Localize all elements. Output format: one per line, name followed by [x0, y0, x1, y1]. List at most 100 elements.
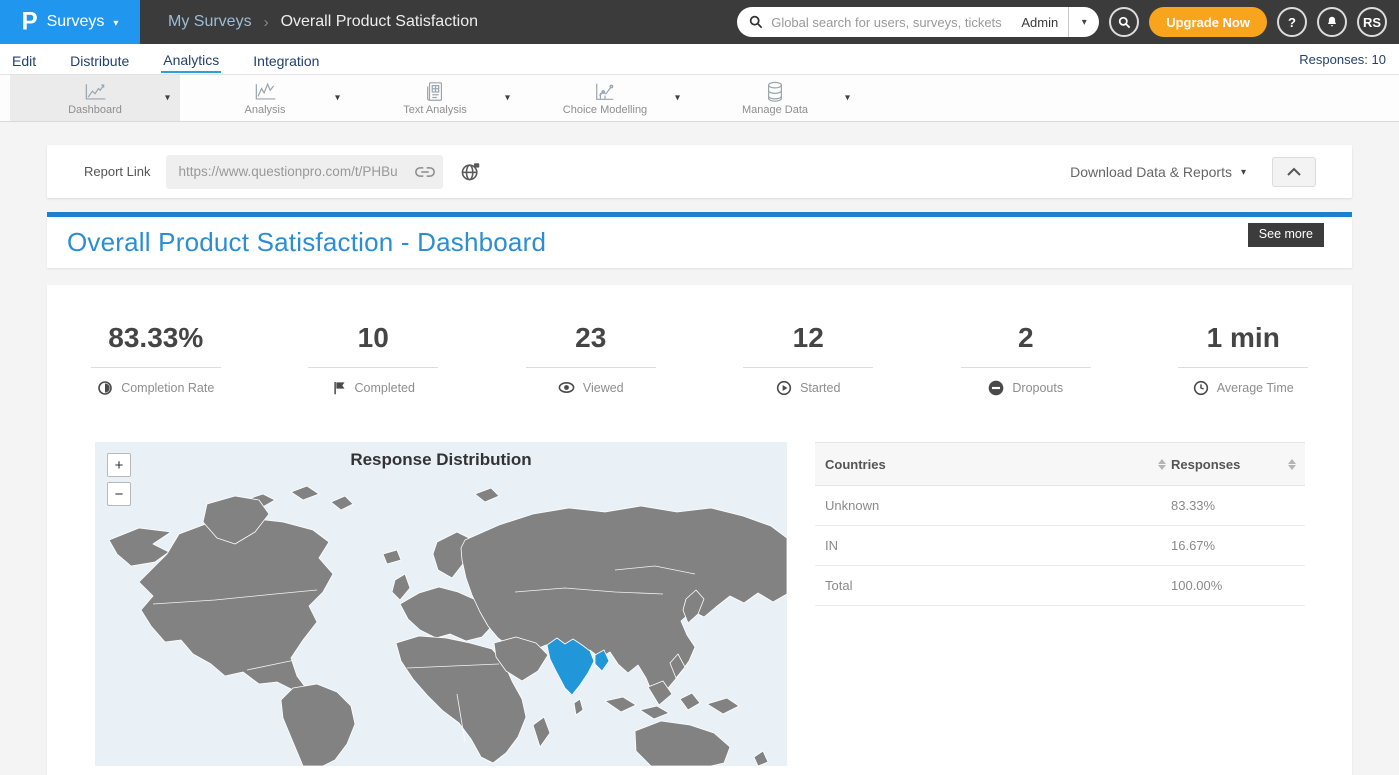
- global-search-input[interactable]: [771, 15, 1011, 30]
- stat-completion-rate: 83.33% Completion Rate: [47, 322, 265, 396]
- response-distribution-map[interactable]: Response Distribution + −: [95, 442, 787, 766]
- topbar-actions: Admin ▾ Upgrade Now ? RS: [737, 7, 1399, 37]
- world-map[interactable]: [95, 442, 787, 766]
- stat-value: 83.33%: [47, 322, 265, 354]
- sort-countries-icon[interactable]: [1153, 459, 1171, 470]
- search-icon: [749, 15, 763, 29]
- link-icon[interactable]: [415, 165, 435, 179]
- toolbar-manage-data[interactable]: Manage Data ▾: [690, 75, 860, 121]
- responses-cell: 100.00%: [1171, 578, 1283, 593]
- stat-label: Average Time: [1217, 381, 1294, 395]
- stat-divider: [1178, 367, 1308, 368]
- toolbar-dashboard-caret[interactable]: ▾: [165, 93, 170, 104]
- stats-row: 83.33% Completion Rate 10: [47, 322, 1352, 396]
- report-link-input[interactable]: [178, 164, 411, 179]
- map-zoom-out-button[interactable]: −: [107, 482, 131, 506]
- responses-cell: 16.67%: [1171, 538, 1283, 553]
- report-link-label: Report Link: [84, 164, 150, 179]
- dashboard-chart-icon: [82, 81, 108, 103]
- toolbar-choice-modelling-caret[interactable]: ▾: [675, 93, 680, 104]
- chevron-up-icon: [1286, 167, 1302, 177]
- stat-value: 10: [265, 322, 483, 354]
- toolbar-analysis-label: Analysis: [245, 104, 286, 116]
- search-button[interactable]: [1109, 7, 1139, 37]
- toolbar-choice-modelling-label: Choice Modelling: [563, 104, 647, 116]
- upgrade-now-button[interactable]: Upgrade Now: [1149, 7, 1267, 37]
- nav-item-integration[interactable]: Integration: [251, 47, 321, 72]
- map-title: Response Distribution: [95, 450, 787, 470]
- choice-modelling-icon: [593, 81, 617, 103]
- dashboard-card: 83.33% Completion Rate 10: [47, 285, 1352, 775]
- chevron-down-icon: ▾: [113, 18, 118, 29]
- table-row: IN 16.67%: [815, 526, 1305, 566]
- minus-circle-icon: [988, 380, 1004, 396]
- dashboard-page: Report Link Download Data & Reports ▾: [0, 145, 1399, 775]
- responses-column-header[interactable]: Responses: [1171, 457, 1283, 472]
- help-button[interactable]: ?: [1277, 7, 1307, 37]
- toolbar-choice-modelling[interactable]: Choice Modelling ▾: [520, 75, 690, 121]
- stat-label: Started: [800, 381, 840, 395]
- bell-icon: [1325, 15, 1339, 29]
- stat-label: Completion Rate: [121, 381, 214, 395]
- toolbar-manage-data-caret[interactable]: ▾: [845, 93, 850, 104]
- nav-item-edit[interactable]: Edit: [10, 47, 38, 72]
- eye-icon: [558, 380, 575, 395]
- text-analysis-icon: [424, 81, 446, 103]
- toolbar-text-analysis-caret[interactable]: ▾: [505, 93, 510, 104]
- breadcrumb-my-surveys[interactable]: My Surveys: [168, 13, 252, 31]
- responses-cell: 83.33%: [1171, 498, 1283, 513]
- surveys-product-menu[interactable]: P Surveys ▾: [0, 0, 140, 44]
- stat-dropouts: 2 Dropouts: [917, 322, 1135, 396]
- search-scope-label: Admin: [1011, 15, 1068, 30]
- stat-divider: [961, 367, 1091, 368]
- analytics-toolbar: Dashboard ▾ Analysis ▾ Text Analysis ▾: [0, 75, 1399, 122]
- toolbar-text-analysis-label: Text Analysis: [403, 104, 467, 116]
- stat-started: 12 Started: [700, 322, 918, 396]
- download-data-reports-dropdown[interactable]: Download Data & Reports: [1070, 164, 1232, 180]
- user-avatar[interactable]: RS: [1357, 7, 1387, 37]
- stat-divider: [743, 367, 873, 368]
- completion-gauge-icon: [97, 380, 113, 396]
- toolbar-analysis[interactable]: Analysis ▾: [180, 75, 350, 121]
- chevron-down-icon[interactable]: ▾: [1241, 167, 1246, 178]
- table-row: Total 100.00%: [815, 566, 1305, 606]
- nav-item-distribute[interactable]: Distribute: [68, 47, 131, 72]
- stat-divider: [308, 367, 438, 368]
- toolbar-analysis-caret[interactable]: ▾: [335, 93, 340, 104]
- globe-lock-icon[interactable]: [460, 161, 481, 182]
- toolbar-dashboard-label: Dashboard: [68, 104, 122, 116]
- stat-label: Completed: [355, 381, 415, 395]
- stat-value: 2: [917, 322, 1135, 354]
- stat-divider: [91, 367, 221, 368]
- map-and-table-row: Response Distribution + −: [47, 442, 1352, 766]
- top-bar: P Surveys ▾ My Surveys › Overall Product…: [0, 0, 1399, 44]
- report-actions: Download Data & Reports ▾: [1070, 157, 1316, 187]
- stat-value: 12: [700, 322, 918, 354]
- see-more-tooltip: See more: [1248, 223, 1324, 247]
- stat-average-time: 1 min Average Time: [1135, 322, 1353, 396]
- countries-table: Countries Responses Unknown 83.33%: [815, 442, 1305, 606]
- clock-icon: [1193, 380, 1209, 396]
- breadcrumb-current-survey: Overall Product Satisfaction: [281, 13, 478, 31]
- report-link-bar: Report Link Download Data & Reports ▾: [47, 145, 1352, 198]
- responses-count: Responses: 10: [1299, 52, 1399, 67]
- countries-table-header: Countries Responses: [815, 442, 1305, 486]
- report-link-field: [166, 155, 443, 189]
- stat-label: Dropouts: [1012, 381, 1063, 395]
- stat-divider: [526, 367, 656, 368]
- analysis-chart-icon: [252, 81, 278, 103]
- survey-nav: Edit Distribute Analytics Integration Re…: [0, 44, 1399, 75]
- sort-responses-icon[interactable]: [1283, 459, 1301, 470]
- product-name: Surveys: [47, 13, 105, 31]
- see-more-toggle-button[interactable]: [1272, 157, 1316, 187]
- toolbar-text-analysis[interactable]: Text Analysis ▾: [350, 75, 520, 121]
- search-scope-dropdown[interactable]: ▾: [1069, 17, 1099, 28]
- countries-column-header[interactable]: Countries: [825, 457, 1153, 472]
- map-zoom-controls: + −: [107, 453, 131, 506]
- nav-item-analytics[interactable]: Analytics: [161, 46, 221, 73]
- country-cell: Total: [825, 578, 1153, 593]
- toolbar-dashboard[interactable]: Dashboard ▾: [10, 75, 180, 121]
- stat-completed: 10 Completed: [265, 322, 483, 396]
- map-zoom-in-button[interactable]: +: [107, 453, 131, 477]
- notifications-button[interactable]: [1317, 7, 1347, 37]
